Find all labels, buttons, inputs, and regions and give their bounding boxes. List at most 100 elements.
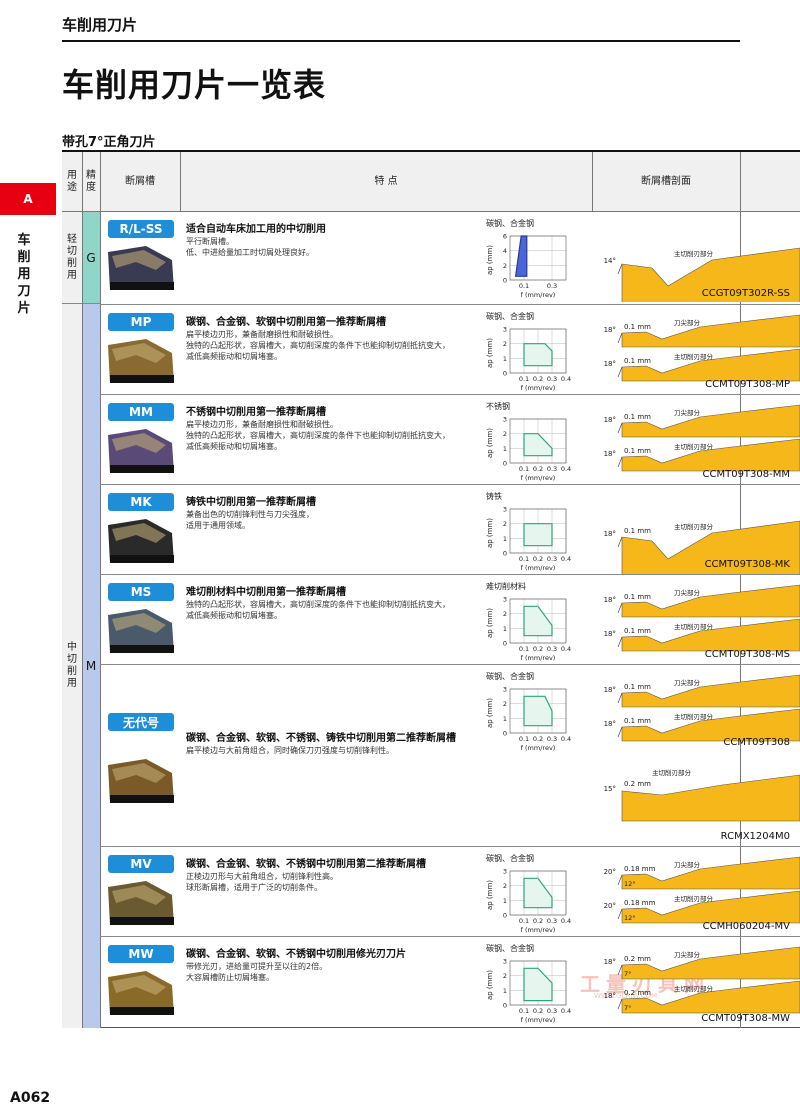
y-tick-label: 1 [503,625,507,633]
insert-code: CCMT09T308-MS [704,649,790,660]
y-tick-label: 3 [503,958,507,966]
chipbreaker-badge[interactable]: MS [108,583,174,601]
profile-part-label: 主切削刃部分 [674,712,714,721]
header-usage: 用途 [62,152,82,212]
y-tick-label: 1 [503,715,507,723]
y-tick-label: 0 [503,277,507,285]
table-header-row: 用途 精度 断屑槽 特 点 断屑槽剖面 [62,152,800,212]
feature-line: 独特的凸起形状，容屑槽大，高切削深度的条件下也能抑制切削抵抗变大， [186,431,450,440]
header-grade: 精度 [82,152,100,212]
application-region [523,523,553,547]
x-tick-label: 0.3 [547,645,557,653]
feature-title: 碳钢、合金钢、软钢中切削用第一推荐断屑槽 [186,317,386,328]
rake-angle-label: 18° [604,360,616,368]
land-width-label: 0.18 mm [624,865,656,873]
feature-title: 铸铁中切削用第一推荐断屑槽 [186,497,316,508]
insert-photo [108,881,174,925]
y-axis-label: ap (mm) [486,698,494,728]
rake-line [617,536,623,548]
chipbreaker-badge[interactable]: MK [108,493,174,511]
y-tick-label: 3 [503,416,507,424]
insert-row: 无代号 碳钢、合金钢、软钢、不锈钢、铸铁中切削用第二推荐断屑槽 扁平棱边与大前角组合… [100,664,800,846]
insert-row: MK 铸铁中切削用第一推荐断屑槽 兼备出色的切削锋利性与刀尖强度， 适用于通用领域。铸… [100,484,800,575]
y-tick-label: 0 [503,370,507,378]
y-axis-label: ap (mm) [486,338,494,368]
insert-photo [108,759,174,803]
feature-description: 扁平棱边刃形，兼备耐磨损性和耐破损性。 独特的凸起形状，容屑槽大，高切削深度的条件… [186,329,486,362]
range-plot: ap (mm) 6 4 2 0 0.1 0.3f (mm/rev) [486,233,567,299]
feature-line: 低、中进给量加工时切屑处理良好。 [186,248,314,257]
rake-angle-label: 18° [604,530,616,538]
rake-angle-label: 18° [604,720,616,728]
y-tick-label: 3 [503,868,507,876]
profile-part-label: 刀尖部分 [674,950,701,959]
y-tick-label: 0 [503,912,507,920]
x-tick-label: 0.3 [547,735,557,743]
application-range-graph: 难切削材料 ap (mm) 3 2 1 0 0.1 0.2 0.3 0.4 f (mm/rev) [486,581,586,665]
insert-base [110,555,174,563]
land-width-label: 0.18 mm [624,899,656,907]
application-range-graph: 碳钢、合金钢 ap (mm) 3 2 1 0 0.1 0.2 0.3 0.4 f (mm/rev) [486,311,586,395]
feature-line: 减低高频振动和切屑堵塞。 [186,352,282,361]
rake-line [617,366,623,378]
y-tick-label: 1 [503,987,507,995]
feature-description: 扁平棱边与大前角组合，同时确保刀刃强度与切削锋利性。 [186,745,486,756]
y-axis-label: ap (mm) [486,245,494,275]
y-tick-label: 1 [503,355,507,363]
land-width-label: 0.1 mm [624,527,651,535]
rake-angle-label: 18° [604,630,616,638]
x-tick-label: 0.3 [547,917,557,925]
range-plot: ap (mm) 3 2 1 0 0.1 0.2 0.3 0.4 f (mm/rev) [486,686,571,753]
land-width-label: 0.2 mm [624,955,651,963]
x-tick-label: 0.3 [547,375,557,383]
rake-line [617,874,623,886]
feature-line: 减低高频振动和切屑堵塞。 [186,611,282,620]
insert-row: R/L-SS 适合自动车床加工用的中切削用 平行断屑槽。低、中进给量加工时切屑处理良… [100,212,800,304]
chipbreaker-badge[interactable]: MP [108,313,174,331]
rake-angle-label: 18° [604,596,616,604]
x-tick-label: 0.1 [519,375,529,383]
feature-description: 兼备出色的切削锋利性与刀尖强度， 适用于通用领域。 [186,509,486,531]
x-tick-label: 0.2 [533,375,543,383]
x-axis-label: f (mm/rev) [521,654,556,662]
application-region [523,605,553,637]
profile-shape [621,584,800,618]
chapter-tab[interactable]: A [0,183,56,215]
feature-line: 独特的凸起形状，容屑槽大，高切削深度的条件下也能抑制切削抵抗变大， [186,600,450,609]
x-axis-label: f (mm/rev) [521,384,556,392]
y-tick-label: 4 [503,247,507,255]
profile-shape [621,856,800,890]
feature-line: 大容屑槽防止切屑堵塞。 [186,973,274,982]
y-tick-label: 1 [503,445,507,453]
profile-part-label: 主切削刃部分 [674,522,714,531]
y-tick-label: 2 [503,882,507,890]
y-tick-label: 0 [503,460,507,468]
chipbreaker-badge[interactable]: 无代号 [108,713,174,731]
col-divider [592,152,593,212]
y-tick-label: 3 [503,506,507,514]
rake-line [617,602,623,614]
rake-line [617,422,623,434]
insert-photo [108,971,174,1015]
header-grade-text: 精度 [86,170,96,193]
chipbreaker-badge[interactable]: R/L-SS [108,220,174,238]
feature-title: 适合自动车床加工用的中切削用 [186,224,326,235]
y-axis-label: ap (mm) [486,970,494,1000]
feature-description: 平行断屑槽。低、中进给量加工时切屑处理良好。 [186,236,486,258]
section-rule [62,40,740,42]
insert-base [110,282,174,290]
y-tick-label: 0 [503,1002,507,1010]
chipbreaker-badge[interactable]: MW [108,945,174,963]
x-tick-label: 0.3 [547,555,557,563]
application-range-graph: 碳钢、合金钢 ap (mm) 6 4 2 0 0.1 0.3 f (mm/rev) [486,218,586,302]
table-subtitle: 带孔7°正角刀片 [62,135,156,150]
feature-line: 平行断屑槽。 [186,237,234,246]
profile-shape [621,404,800,438]
y-axis-label: ap (mm) [486,608,494,638]
y-tick-label: 0 [503,550,507,558]
profile-part-label: 刀尖部分 [674,408,701,417]
profile-part-label: 刀尖部分 [674,678,701,687]
chipbreaker-badge[interactable]: MM [108,403,174,421]
y-tick-label: 0 [503,640,507,648]
chipbreaker-badge[interactable]: MV [108,855,174,873]
